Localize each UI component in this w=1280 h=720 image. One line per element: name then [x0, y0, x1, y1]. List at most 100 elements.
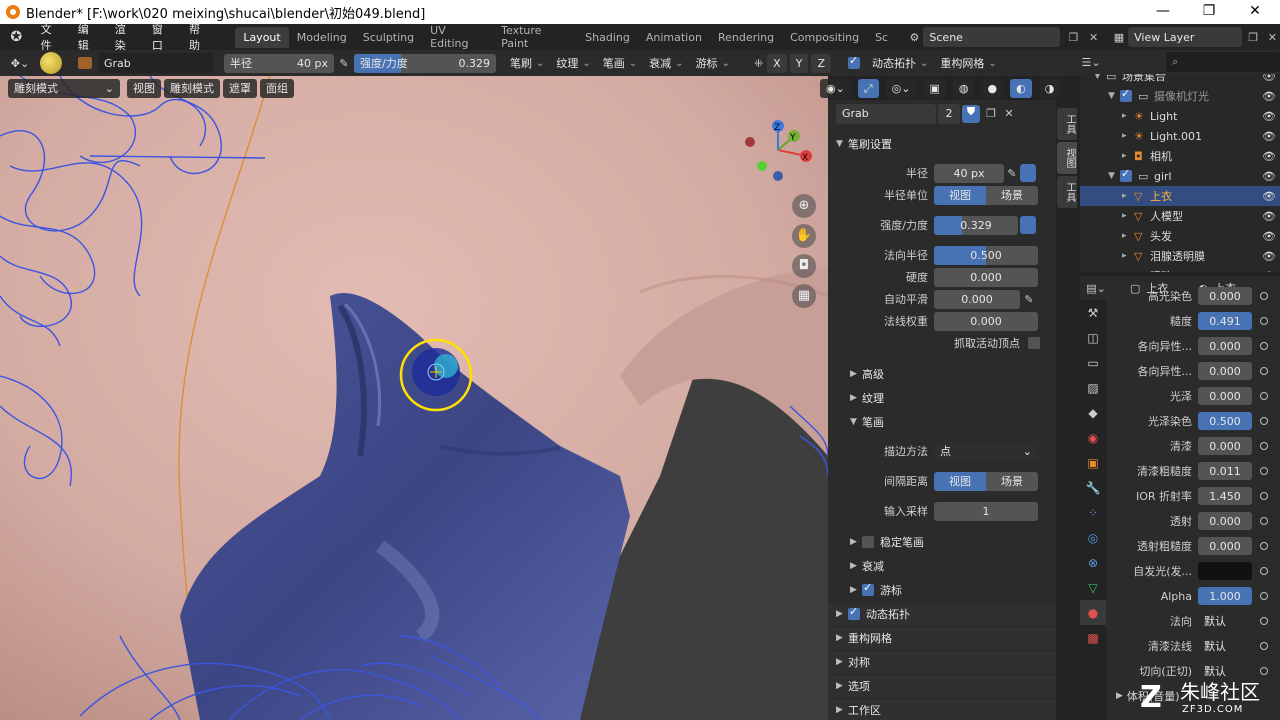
material-tab-icon[interactable]: ●	[1080, 600, 1106, 625]
disclosure-triangle-icon[interactable]: ▸	[1122, 271, 1134, 272]
tab-animation[interactable]: Animation	[638, 27, 710, 48]
menu-help[interactable]: 帮助	[181, 21, 218, 53]
collection-checkbox[interactable]	[1120, 167, 1132, 182]
camera-icon[interactable]: ◘	[792, 254, 816, 278]
brush-users[interactable]: 2	[938, 103, 960, 124]
shading-solid-icon[interactable]: ●	[981, 78, 1004, 98]
socket-link-icon[interactable]	[1260, 642, 1268, 650]
auto-smooth-input[interactable]: 0.000	[934, 289, 1020, 309]
pressure-icon[interactable]: ✎	[1004, 167, 1020, 180]
pressure-icon[interactable]: ✎	[1020, 293, 1038, 306]
shading-wire-icon[interactable]: ◍	[952, 78, 975, 98]
menu-render[interactable]: 渲染	[107, 21, 144, 53]
section-workspace[interactable]: ▶ 工作区	[828, 699, 1056, 720]
property-value[interactable]: 默认	[1198, 637, 1252, 655]
visibility-eye-icon[interactable]: 👁	[1258, 74, 1280, 83]
render-tab-icon[interactable]: ◫	[1080, 325, 1106, 350]
spacing-scene[interactable]: 场景	[986, 471, 1038, 491]
disclosure-triangle-icon[interactable]: ▼	[1108, 91, 1120, 101]
pressure-radius-icon[interactable]: ✎	[334, 57, 354, 70]
normal-radius-input[interactable]: 0.500	[934, 245, 1038, 265]
input-samples-input[interactable]: 1	[934, 501, 1038, 521]
dyntopo-panel-checkbox[interactable]	[848, 605, 860, 620]
disclosure-triangle-icon[interactable]: ▸	[1122, 151, 1134, 161]
new-view-layer-icon[interactable]: ❐	[1242, 31, 1265, 44]
3d-viewport[interactable]	[0, 76, 828, 720]
close-button[interactable]: ✕	[1232, 0, 1278, 24]
tab-scripting[interactable]: Sc	[867, 27, 896, 48]
section-symmetry[interactable]: ▶ 对称	[828, 651, 1056, 673]
outliner-item[interactable]: ▸ ☀ Light 👁	[1080, 106, 1280, 126]
section-brush-settings[interactable]: ▼ 笔刷设置	[828, 133, 1056, 155]
property-value[interactable]: 1.000	[1198, 587, 1252, 605]
property-value[interactable]: 0.000	[1198, 287, 1252, 305]
modifier-tab-icon[interactable]: 🔧	[1080, 475, 1106, 500]
unified-size-icon[interactable]	[1020, 164, 1036, 182]
property-value[interactable]: 0.491	[1198, 312, 1252, 330]
outliner-item[interactable]: ▼ ▭ 场景集合 👁	[1080, 74, 1280, 86]
visibility-eye-icon[interactable]: 👁	[1258, 270, 1280, 273]
tab-uv-editing[interactable]: UV Editing	[422, 20, 493, 54]
radius-field[interactable]: 半径 40 px	[224, 53, 334, 73]
disclosure-triangle-icon[interactable]: ▸	[1122, 231, 1134, 241]
cursor-menu[interactable]: 游标	[690, 55, 736, 71]
socket-link-icon[interactable]	[1260, 542, 1268, 550]
fake-user-shield-icon[interactable]: ⛊	[962, 104, 980, 123]
disclosure-triangle-icon[interactable]: ▼	[1094, 74, 1106, 81]
section-advanced[interactable]: ▶ 高级	[828, 363, 1056, 385]
collection-checkbox[interactable]	[1120, 87, 1132, 102]
hardness-input[interactable]: 0.000	[934, 267, 1038, 287]
blender-menu-icon[interactable]: ✪	[0, 29, 33, 45]
new-scene-icon[interactable]: ❐	[1060, 31, 1087, 44]
menu-window[interactable]: 窗口	[144, 21, 181, 53]
socket-link-icon[interactable]	[1260, 592, 1268, 600]
socket-link-icon[interactable]	[1260, 467, 1268, 475]
constraints-tab-icon[interactable]: ⊗	[1080, 550, 1106, 575]
dyntopo-menu[interactable]: 动态拓扑	[866, 55, 934, 71]
socket-link-icon[interactable]	[1260, 667, 1268, 675]
xray-icon[interactable]: ▣	[923, 78, 946, 98]
visibility-eye-icon[interactable]: 👁	[1258, 250, 1280, 263]
property-value[interactable]: 0.000	[1198, 387, 1252, 405]
disclosure-triangle-icon[interactable]: ▸	[1122, 211, 1134, 221]
section-falloff[interactable]: ▶ 衰减	[828, 555, 1056, 577]
outliner-item[interactable]: ▸ ☀ Light.001 👁	[1080, 126, 1280, 146]
maximize-button[interactable]: ❐	[1186, 0, 1232, 24]
strength-field[interactable]: 强度/力度 0.329	[354, 53, 496, 73]
data-tab-icon[interactable]: ▽	[1080, 575, 1106, 600]
property-value[interactable]	[1198, 562, 1252, 580]
property-value[interactable]: 0.000	[1198, 537, 1252, 555]
socket-link-icon[interactable]	[1260, 442, 1268, 450]
delete-scene-icon[interactable]: ✕	[1087, 31, 1100, 44]
disclosure-triangle-icon[interactable]: ▸	[1122, 251, 1134, 261]
property-value[interactable]: 0.000	[1198, 362, 1252, 380]
radius-unit-view[interactable]: 视图	[934, 185, 986, 205]
section-texture[interactable]: ▶ 纹理	[828, 387, 1056, 409]
brush-name-field[interactable]: Grab	[98, 53, 214, 73]
socket-link-icon[interactable]	[1260, 367, 1268, 375]
navigation-gizmo[interactable]: X Y Z	[740, 116, 820, 186]
view-layer-tab-icon[interactable]: ▨	[1080, 375, 1106, 400]
socket-link-icon[interactable]	[1260, 567, 1268, 575]
view-layer-icon[interactable]: ▦	[1114, 31, 1124, 44]
axis-y-toggle[interactable]: Y	[789, 53, 809, 73]
stroke-method-select[interactable]: 点 ⌄	[934, 441, 1038, 461]
scene-tab-icon[interactable]: ◆	[1080, 400, 1106, 425]
outliner-item[interactable]: ▸▽眼珠👁	[1080, 266, 1280, 273]
disclosure-triangle-icon[interactable]: ▸	[1122, 131, 1134, 141]
tab-shading[interactable]: Shading	[577, 27, 638, 48]
outliner-item[interactable]: ▼ ▭ 摄像机灯光 👁	[1080, 86, 1280, 106]
outliner-display-mode-icon[interactable]: ☰⌄	[1080, 56, 1102, 69]
strength-input[interactable]: 0.329	[934, 215, 1018, 235]
socket-link-icon[interactable]	[1260, 617, 1268, 625]
scene-icon[interactable]: ⚙	[910, 31, 920, 44]
axis-x-toggle[interactable]: X	[767, 53, 787, 73]
stroke-menu[interactable]: 笔画	[597, 55, 643, 71]
section-cursor[interactable]: ▶ 游标	[828, 579, 1056, 601]
remesh-menu[interactable]: 重构网格	[934, 55, 1002, 71]
visibility-icon[interactable]: ◉⌄	[820, 78, 851, 98]
socket-link-icon[interactable]	[1260, 317, 1268, 325]
section-stabilize-stroke[interactable]: ▶ 稳定笔画	[828, 531, 1056, 553]
shading-rendered-icon[interactable]: ◑	[1038, 78, 1061, 98]
menu-file[interactable]: 文件	[33, 21, 70, 53]
